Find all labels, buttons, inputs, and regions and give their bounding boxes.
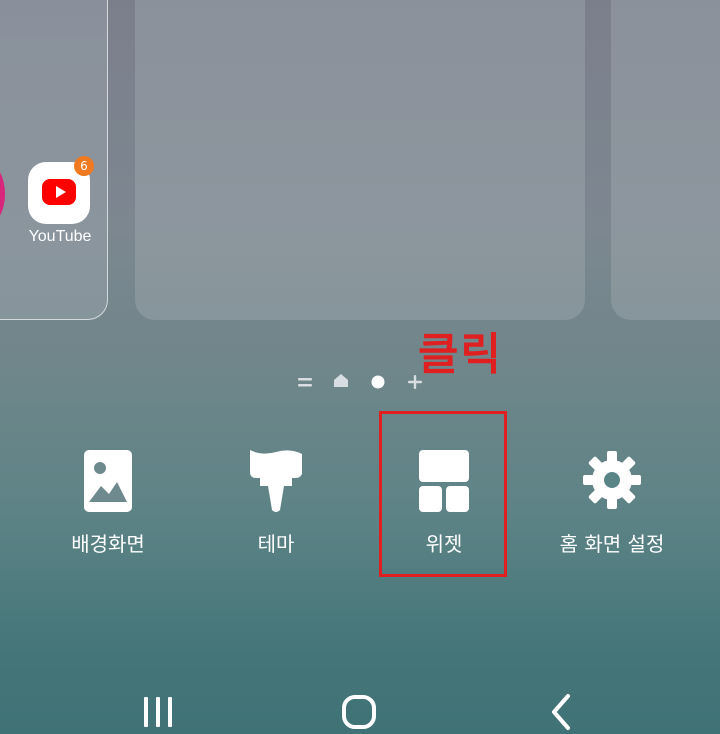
annotation-text: 클릭: [418, 329, 503, 380]
highlight-box: [379, 411, 507, 577]
brush-icon: [250, 450, 302, 512]
app-label: YouTube: [28, 228, 92, 245]
recents-icon[interactable]: [136, 690, 180, 734]
home-page-preview-right[interactable]: [611, 0, 720, 320]
home-settings-label: 홈 화면 설정: [559, 532, 665, 556]
back-icon[interactable]: [540, 690, 584, 734]
home-page-icon[interactable]: [333, 372, 349, 388]
home-icon[interactable]: [337, 690, 381, 734]
current-page-dot-icon: [371, 375, 385, 389]
gear-icon: [583, 451, 641, 509]
theme-label: 테마: [257, 532, 295, 556]
theme-option[interactable]: 테마: [201, 450, 351, 560]
youtube-app[interactable]: 6 YouTube: [22, 156, 98, 250]
page-list-icon[interactable]: [298, 376, 312, 388]
navigation-bar: [0, 690, 720, 734]
wallpaper-icon: [84, 450, 132, 512]
add-page-icon[interactable]: [407, 374, 423, 390]
home-page-preview-empty[interactable]: [135, 0, 585, 320]
notification-badge: 6: [74, 156, 94, 176]
wallpaper-label: 배경화면: [71, 532, 145, 556]
wallpaper-option[interactable]: 배경화면: [33, 450, 183, 560]
home-settings-option[interactable]: 홈 화면 설정: [537, 450, 687, 560]
youtube-play-shape: [42, 179, 76, 205]
